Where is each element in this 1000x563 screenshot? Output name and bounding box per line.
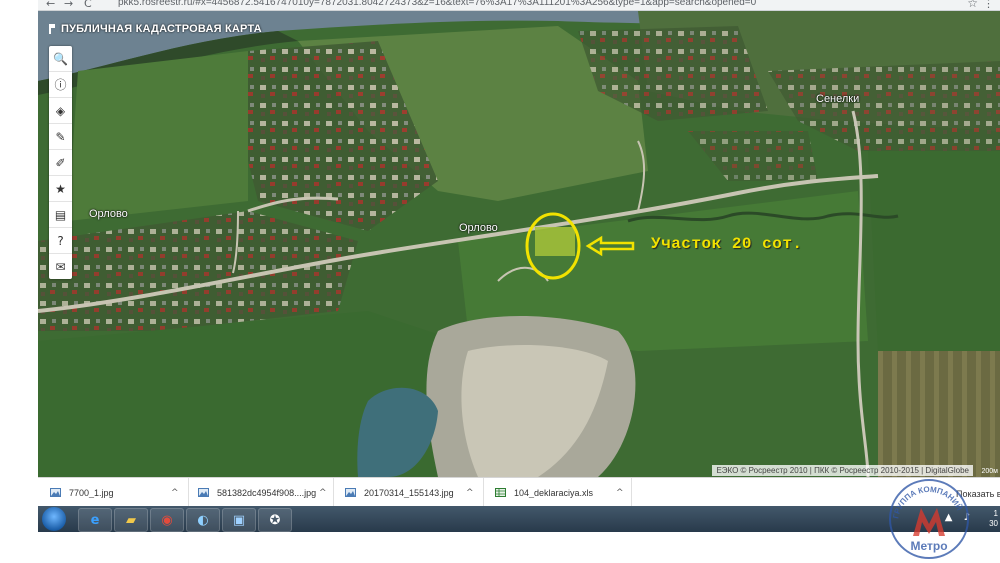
chrome-glyph: ◉ xyxy=(161,512,173,528)
tray-clock[interactable]: 1 30 xyxy=(989,509,998,529)
start-button[interactable] xyxy=(42,507,66,531)
media-icon[interactable]: ◐ xyxy=(186,508,220,532)
image-file-icon xyxy=(345,488,356,497)
info-icon[interactable]: ⓘ xyxy=(49,72,72,98)
download-filename: 581382dc4954f908....jpg xyxy=(217,487,317,498)
chevron-up-icon[interactable]: ^ xyxy=(466,488,474,498)
reload-button[interactable]: C xyxy=(84,0,92,10)
metro-watermark-logo: ГРУППА КОМПАНИЙ Метро xyxy=(889,479,969,559)
star-icon[interactable]: ★ xyxy=(49,176,72,202)
downloads-bar: 7700_1.jpg ^ 581382dc4954f908....jpg ^ 2… xyxy=(38,477,1000,507)
image-file-icon xyxy=(198,488,209,497)
chevron-up-icon[interactable]: ^ xyxy=(616,488,624,498)
display-icon[interactable]: ▣ xyxy=(222,508,256,532)
map-title-text: ПУБЛИЧНАЯ КАДАСТРОВАЯ КАРТА xyxy=(61,23,262,35)
measure-icon[interactable]: ✐ xyxy=(49,150,72,176)
left-margin xyxy=(0,0,38,563)
spreadsheet-file-icon xyxy=(495,488,506,497)
chevron-up-icon[interactable]: ^ xyxy=(319,488,327,498)
download-item[interactable]: 581382dc4954f908....jpg ^ xyxy=(188,478,334,507)
download-item[interactable]: 7700_1.jpg ^ xyxy=(38,478,189,507)
media-glyph: ◐ xyxy=(197,512,209,528)
mail-icon[interactable]: ✉ xyxy=(49,254,72,279)
satellite-map[interactable]: ПУБЛИЧНАЯ КАДАСТРОВАЯ КАРТА 🔍 ⓘ ◈ ✎ ✐ ★ … xyxy=(38,11,1000,477)
print-icon[interactable]: ▤ xyxy=(49,202,72,228)
chrome-icon[interactable]: ◉ xyxy=(150,508,184,532)
search-icon[interactable]: 🔍 xyxy=(49,46,72,72)
download-filename: 104_deklaraciya.xls xyxy=(514,487,594,498)
clock-time: 1 xyxy=(993,509,998,518)
app-icon[interactable]: ✪ xyxy=(258,508,292,532)
draw-icon[interactable]: ✎ xyxy=(49,124,72,150)
map-toolbar: 🔍 ⓘ ◈ ✎ ✐ ★ ▤ ? ✉ xyxy=(49,46,72,279)
download-item[interactable]: 104_deklaraciya.xls ^ xyxy=(483,478,632,507)
app-glyph: ✪ xyxy=(269,512,281,528)
chevron-up-icon[interactable]: ^ xyxy=(171,488,179,498)
display-glyph: ▣ xyxy=(232,512,246,528)
image-file-icon xyxy=(50,488,61,497)
help-icon[interactable]: ? xyxy=(49,228,72,254)
download-filename: 7700_1.jpg xyxy=(69,487,114,498)
menu-icon[interactable]: ⋮ xyxy=(983,0,994,10)
windows-taskbar: e ▰ ◉ ◐ ▣ ✪ ▲ ♪ 1 30 xyxy=(38,506,1000,532)
ie-glyph: e xyxy=(90,512,100,528)
place-label-senelki: Сенелки xyxy=(816,93,860,105)
bottom-margin xyxy=(38,532,1000,563)
url-text[interactable]: pkk5.rosreestr.ru/#x=4456872.5416747010y… xyxy=(118,0,756,8)
bookmark-star-icon[interactable]: ☆ xyxy=(967,0,978,10)
layers-icon[interactable]: ◈ xyxy=(49,98,72,124)
land-parcel[interactable] xyxy=(535,227,575,256)
cadastre-logo-icon xyxy=(49,24,55,34)
place-label-orlovo-road: Орлово xyxy=(459,222,498,234)
back-button[interactable]: ← xyxy=(46,0,55,10)
ie-icon[interactable]: e xyxy=(78,508,112,532)
download-filename: 20170314_155143.jpg xyxy=(364,487,454,498)
scale-bar: 200м xyxy=(981,468,999,475)
place-label-orlovo: Орлово xyxy=(89,208,128,220)
address-bar[interactable]: ← → C pkk5.rosreestr.ru/#x=4456872.54167… xyxy=(38,0,1000,11)
download-item[interactable]: 20170314_155143.jpg ^ xyxy=(333,478,484,507)
forward-button[interactable]: → xyxy=(64,0,73,10)
map-title: ПУБЛИЧНАЯ КАДАСТРОВАЯ КАРТА xyxy=(48,23,262,35)
watermark-bottom-text: Метро xyxy=(910,539,947,553)
parcel-annotation: Участок 20 сот. xyxy=(651,235,803,253)
map-attribution: ЕЭКО © Росреестр 2010 | ПКК © Росреестр … xyxy=(712,465,973,476)
satellite-imagery xyxy=(38,11,1000,477)
explorer-glyph: ▰ xyxy=(126,512,136,528)
clock-date: 30 xyxy=(989,519,998,528)
explorer-icon[interactable]: ▰ xyxy=(114,508,148,532)
